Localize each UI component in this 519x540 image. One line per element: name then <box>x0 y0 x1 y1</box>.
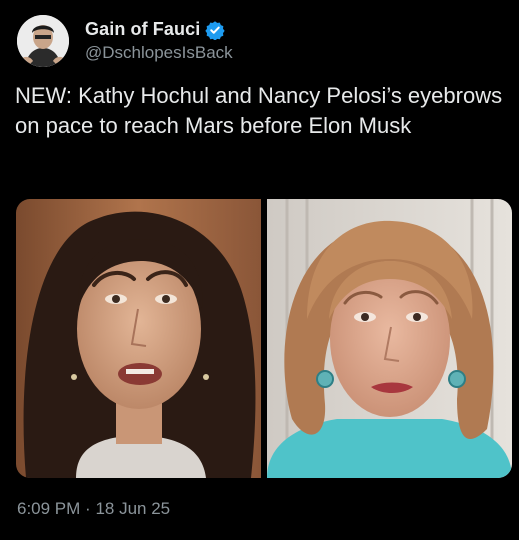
timestamp-time: 6:09 PM <box>17 499 81 518</box>
author-handle[interactable]: @DschlopesIsBack <box>85 43 233 63</box>
tweet-text: NEW: Kathy Hochul and Nancy Pelosi’s eye… <box>15 83 509 138</box>
tweet-media[interactable] <box>16 199 512 478</box>
verified-badge-icon <box>205 20 225 41</box>
media-photo-right[interactable] <box>267 199 512 478</box>
display-name[interactable]: Gain of Fauci <box>85 19 200 40</box>
tweet-timestamp[interactable]: 6:09 PM · 18 Jun 25 <box>17 499 170 519</box>
tweet: Gain of Fauci @DschlopesIsBack NEW: Kath… <box>0 0 519 540</box>
media-photo-left[interactable] <box>16 199 261 478</box>
timestamp-separator: · <box>85 499 91 518</box>
author-names: Gain of Fauci @DschlopesIsBack <box>85 19 233 63</box>
avatar[interactable] <box>17 15 69 67</box>
timestamp-date: 18 Jun 25 <box>95 499 171 518</box>
display-row: Gain of Fauci <box>85 19 233 41</box>
tweet-header: Gain of Fauci @DschlopesIsBack <box>17 13 233 69</box>
avatar-image <box>17 15 69 67</box>
